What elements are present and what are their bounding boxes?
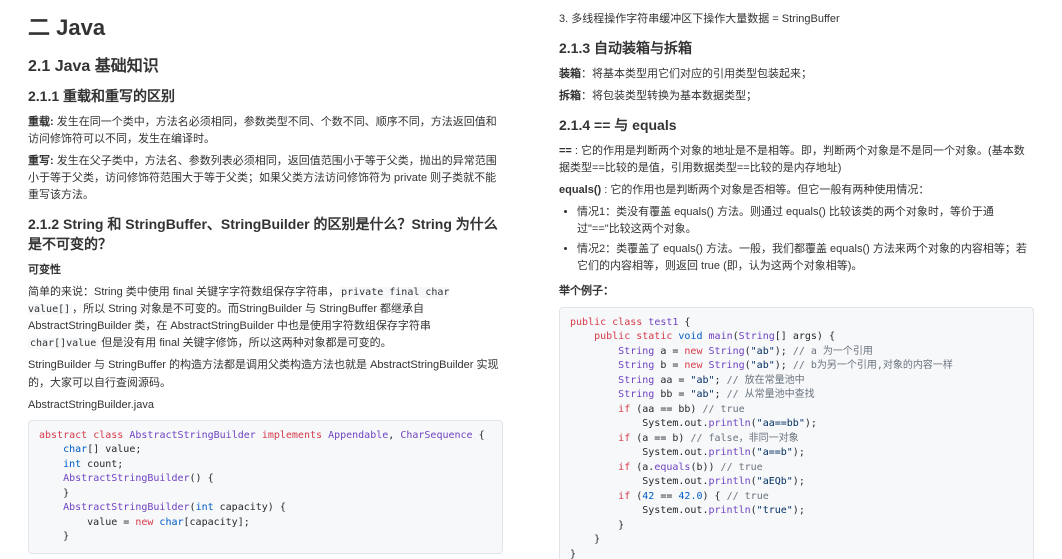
example-heading: 举个例子： [559, 283, 1034, 300]
section-2-1: 2.1 Java 基础知识 [28, 52, 503, 76]
equals-def: equals() : 它的作用也是判断两个对象是否相等。但它一般有两种使用情况： [559, 182, 1034, 199]
code-equals-demo: public class test1 { public static void … [559, 307, 1034, 559]
mutability-text2: StringBuilder 与 StringBuffer 的构造方法都是调用父类… [28, 357, 503, 391]
left-column: 二 Java 2.1 Java 基础知识 2.1.1 重载和重写的区别 重载: … [0, 0, 531, 559]
equals-case-2: 情况2：类覆盖了 equals() 方法。一般，我们都覆盖 equals() 方… [577, 241, 1034, 275]
overload-text: 发生在同一个类中，方法名必须相同，参数类型不同、个数不同、顺序不同，方法返回值和… [28, 116, 497, 145]
boxing-def: 装箱：将基本类型用它们对应的引用类型包装起来； [559, 66, 1034, 83]
section-2-1-2: 2.1.2 String 和 StringBuffer、StringBuilde… [28, 214, 503, 254]
eq-op-def: == : 它的作用是判断两个对象的地址是不是相等。即，判断两个对象是不是同一个对… [559, 143, 1034, 177]
right-column: 3. 多线程操作字符串缓冲区下操作大量数据 = StringBuffer 2.1… [531, 0, 1062, 559]
mutability-heading: 可变性 [28, 262, 503, 279]
mutability-text: 简单的来说：String 类中使用 final 关键字字符数组保存字符串，pri… [28, 284, 503, 352]
section-2-1-3: 2.1.3 自动装箱与拆箱 [559, 38, 1034, 58]
code-abstract-sb: abstract class AbstractStringBuilder imp… [28, 420, 503, 554]
section-2-1-4: 2.1.4 == 与 equals [559, 115, 1034, 135]
chapter-title: 二 Java [28, 10, 503, 42]
equals-cases: 情况1：类没有覆盖 equals() 方法。则通过 equals() 比较该类的… [577, 204, 1034, 275]
override-text: 发生在父子类中，方法名、参数列表必须相同，返回值范围小于等于父类，抛出的异常范围… [28, 155, 497, 201]
equals-case-1: 情况1：类没有覆盖 equals() 方法。则通过 equals() 比较该类的… [577, 204, 1034, 238]
unboxing-def: 拆箱：将包装类型转换为基本数据类型； [559, 88, 1034, 105]
source-file: AbstractStringBuilder.java [28, 397, 503, 414]
override-def: 重写: 发生在父子类中，方法名、参数列表必须相同，返回值范围小于等于父类，抛出的… [28, 153, 503, 204]
section-2-1-1: 2.1.1 重载和重写的区别 [28, 86, 503, 106]
overload-def: 重载: 发生在同一个类中，方法名必须相同，参数类型不同、个数不同、顺序不同，方法… [28, 114, 503, 148]
stringbuffer-note: 3. 多线程操作字符串缓冲区下操作大量数据 = StringBuffer [559, 11, 1034, 28]
